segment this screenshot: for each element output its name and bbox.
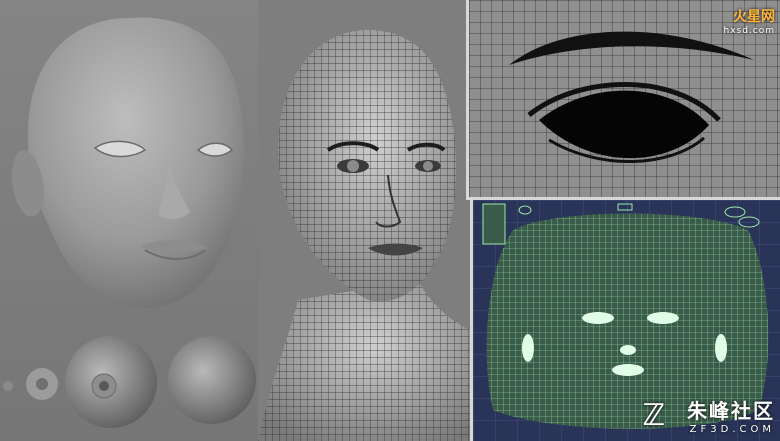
eye-closeup-panel: 火星网 hxsd.com [466, 0, 780, 200]
cornea-ring [26, 368, 58, 400]
watermark-bottom: 朱峰社区 ZF3D.COM [687, 395, 775, 435]
wire-head-model [258, 30, 470, 441]
small-sphere [3, 381, 13, 391]
zf3d-logo-icon: ℤ [642, 398, 665, 433]
wireframe-panel [258, 0, 470, 441]
uv-layout-panel: ℤ 朱峰社区 ZF3D.COM [470, 200, 780, 441]
composite-image: 火星网 hxsd.com ℤ 朱峰社区 ZF3D.COM [0, 0, 780, 441]
watermark-top-brand: 火星网 [733, 9, 775, 25]
sclera-eyeball [168, 336, 256, 424]
sculpt-render [3, 17, 256, 428]
wireframe-render [258, 30, 470, 441]
watermark-top-domain: hxsd.com [723, 26, 775, 36]
watermark-bottom-domain: ZF3D.COM [689, 424, 775, 435]
watermark-top: 火星网 hxsd.com [723, 6, 775, 36]
watermark-bottom-brand: 朱峰社区 [687, 399, 775, 423]
iris-eyeball [65, 336, 157, 428]
gray-head-model [11, 17, 245, 309]
sculpt-panel [0, 0, 258, 441]
